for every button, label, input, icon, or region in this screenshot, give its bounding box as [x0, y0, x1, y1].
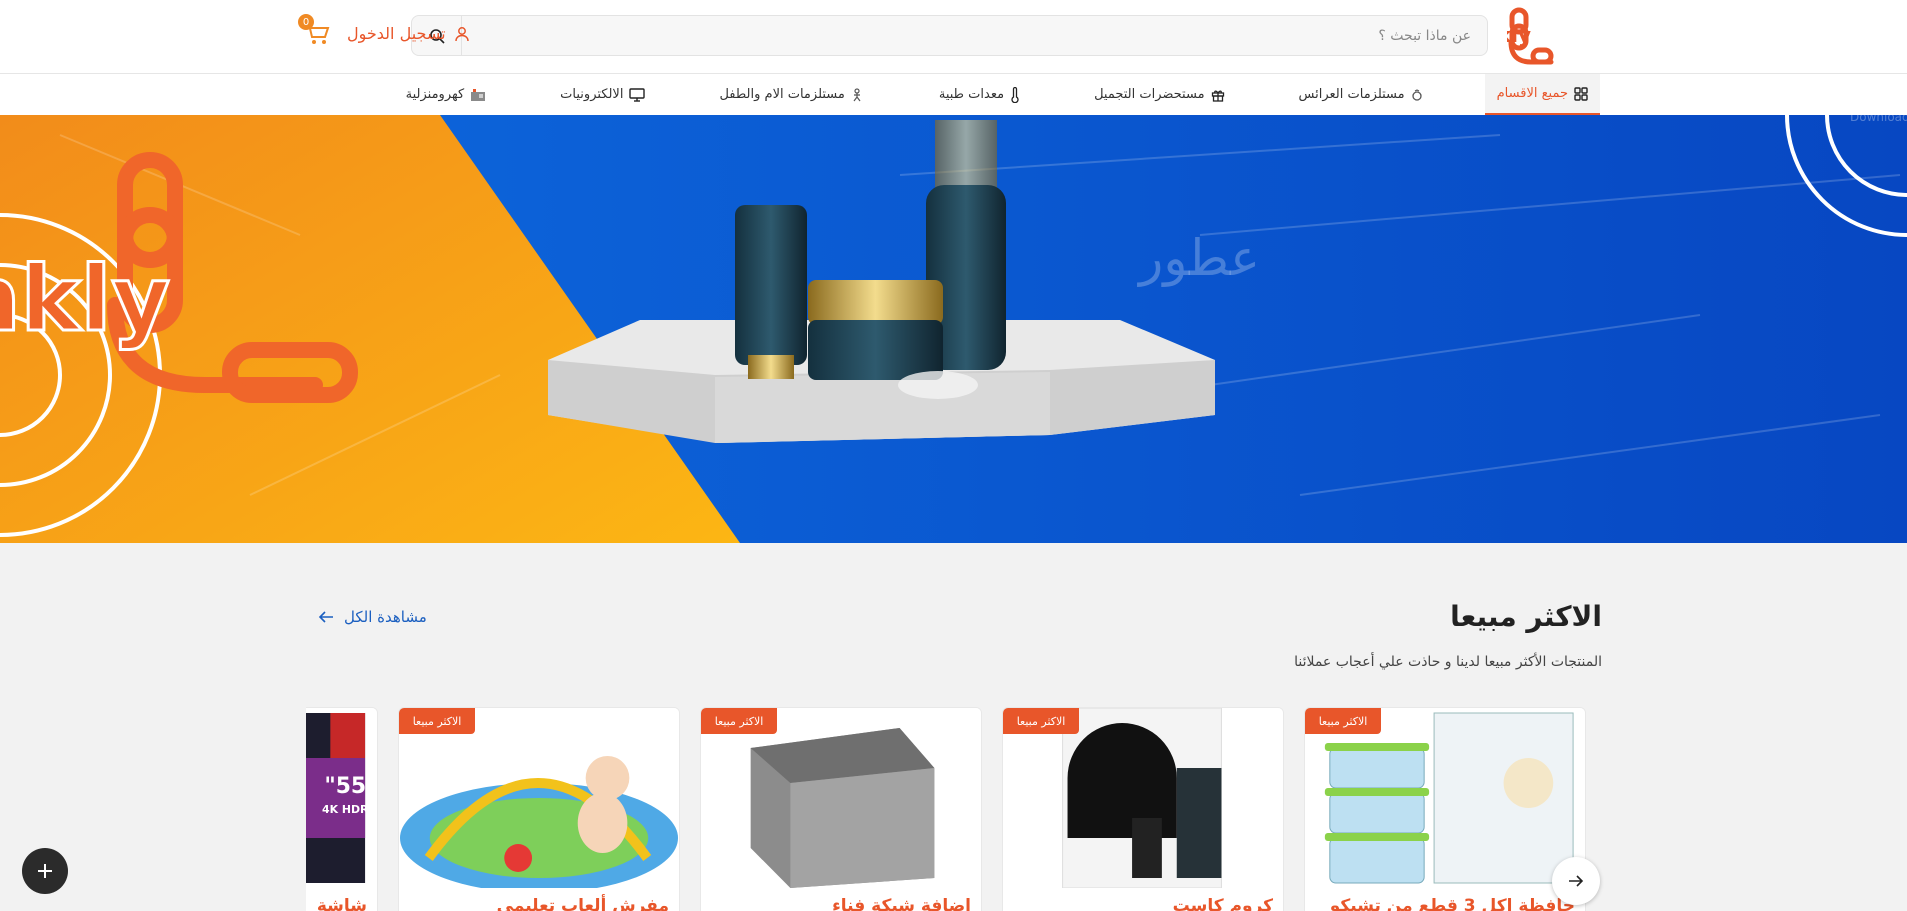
- carousel-next-button[interactable]: [1552, 857, 1600, 905]
- nav-item-home-appliances[interactable]: كهرومنزلية: [394, 74, 499, 115]
- product-image-travel-cot: [701, 708, 981, 888]
- thermometer-icon: [1011, 86, 1019, 103]
- view-all-link[interactable]: مشاهدة الكل: [318, 608, 427, 626]
- nav-item-mother-baby[interactable]: مستلزمات الام والطفل: [707, 74, 876, 115]
- baby-icon: [853, 87, 861, 101]
- linkly-logo[interactable]: linkly: [1507, 6, 1597, 68]
- login-label: تسجيل الدخول: [347, 24, 446, 43]
- appliance-icon: [471, 88, 486, 101]
- cart-button[interactable]: 0: [298, 14, 332, 50]
- nav-item-label: كهرومنزلية: [405, 87, 465, 102]
- view-all-label: مشاهدة الكل: [344, 608, 427, 626]
- nav-item-label: جميع الاقسام: [1496, 86, 1568, 101]
- hero-banner[interactable]: linkly عطور Download this Vector: [0, 115, 1907, 543]
- svg-text:4K HDR: 4K HDR: [322, 803, 369, 816]
- product-card[interactable]: الاكثر مبيعا مفرش ألعاب تعليمي: [398, 707, 680, 911]
- product-title[interactable]: اضافة شبكة فناء: [832, 896, 971, 911]
- arrow-right-icon: [1569, 875, 1584, 887]
- nav-item-cosmetics[interactable]: مستحضرات التجميل: [1082, 74, 1236, 115]
- product-image-play-mat: [399, 708, 679, 888]
- banner-watermark: عطور: [1136, 229, 1260, 287]
- nav-item-electronics[interactable]: الالكترونيات: [548, 74, 657, 115]
- product-card[interactable]: الاكثر مبيعا اضافة شبكة فناء: [700, 707, 982, 911]
- nav-item-label: مستلزمات الام والطفل: [719, 87, 845, 102]
- search-bar: [411, 15, 1488, 56]
- hero-banner-graphic: linkly عطور Download this Vector: [0, 115, 1907, 543]
- user-icon: [454, 26, 469, 41]
- grid-icon: [1574, 86, 1588, 101]
- search-input[interactable]: [462, 16, 1487, 55]
- product-image-food-container: [1305, 708, 1585, 888]
- nav-item-medical[interactable]: معدات طبية: [927, 74, 1032, 115]
- nav-item-label: معدات طبية: [938, 87, 1005, 102]
- banner-download-hint: Download this Vector: [1850, 115, 1907, 124]
- floating-add-button[interactable]: [22, 848, 68, 894]
- bestseller-badge: الاكثر مبيعا: [701, 708, 777, 734]
- section-title: الاكثر مبيعا: [1450, 600, 1602, 633]
- banner-brand-text: linkly: [0, 247, 170, 352]
- product-card[interactable]: 55" 4K HDR شاشة: [306, 707, 378, 911]
- product-image-chromecast: [1003, 708, 1283, 888]
- gift-icon: [1211, 89, 1224, 102]
- bestseller-badge: الاكثر مبيعا: [1003, 708, 1079, 734]
- category-nav: جميع الاقسام مستلزمات العرائس مستحضرات ا…: [0, 74, 1907, 115]
- product-title[interactable]: حافظة اكل 3 قطع من تشيكو: [1330, 896, 1575, 911]
- cart-count-badge: 0: [298, 14, 314, 30]
- product-card[interactable]: الاكثر مبيعا كروم كاست: [1002, 707, 1284, 911]
- product-card[interactable]: الاكثر مبيعا حافظة اكل 3 قطع من تشيكو: [1304, 707, 1586, 911]
- product-image-tv: 55" 4K HDR: [306, 708, 377, 888]
- nav-item-label: مستلزمات العرائس: [1298, 87, 1405, 102]
- bestseller-badge: الاكثر مبيعا: [1305, 708, 1381, 734]
- plus-icon: [38, 864, 52, 878]
- logo-text: linkly: [1507, 23, 1531, 47]
- nav-item-bridal[interactable]: مستلزمات العرائس: [1287, 74, 1435, 115]
- section-subtitle: المنتجات الأكثر مبيعا لدينا و حاذت علي أ…: [1294, 654, 1602, 670]
- product-title[interactable]: شاشة: [317, 896, 367, 911]
- arrow-left-icon: [318, 611, 333, 623]
- site-header: linkly تسجيل الدخول 0: [0, 0, 1907, 74]
- svg-text:55": 55": [324, 774, 366, 799]
- monitor-icon: [629, 87, 646, 102]
- nav-item-label: مستحضرات التجميل: [1094, 87, 1205, 102]
- nav-item-all-categories[interactable]: جميع الاقسام: [1484, 74, 1600, 115]
- product-title[interactable]: كروم كاست: [1173, 896, 1273, 911]
- login-link[interactable]: تسجيل الدخول: [347, 24, 470, 43]
- nav-item-label: الالكترونيات: [560, 87, 624, 102]
- product-title[interactable]: مفرش ألعاب تعليمي: [497, 896, 669, 911]
- bestseller-badge: الاكثر مبيعا: [399, 708, 475, 734]
- product-carousel: الاكثر مبيعا حافظة اكل 3 قطع من تشيكو ال…: [306, 707, 1586, 911]
- ring-icon: [1411, 88, 1422, 101]
